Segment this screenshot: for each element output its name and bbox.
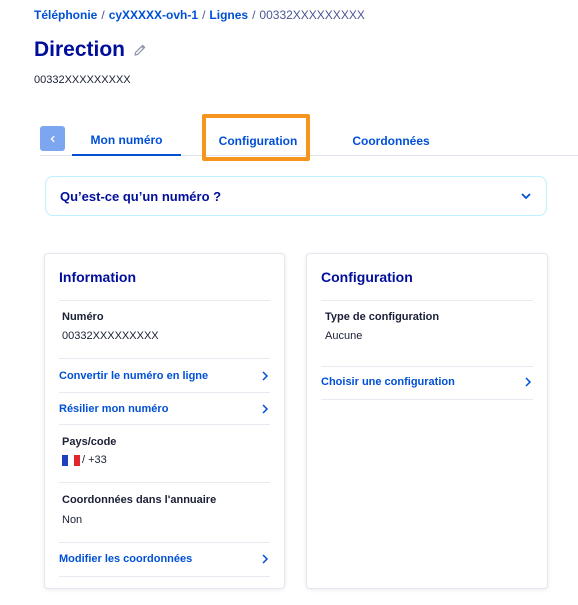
divider	[321, 366, 533, 367]
divider	[321, 399, 533, 400]
chevron-down-icon	[521, 193, 531, 200]
information-card-title: Information	[59, 269, 136, 285]
chevron-left-icon	[49, 135, 55, 142]
divider	[59, 358, 270, 359]
breadcrumb: Téléphonie / cyXXXXX-ovh-1 / Lignes / 00…	[34, 8, 365, 22]
directory-label: Coordonnées dans l'annuaire	[62, 494, 217, 506]
divider	[59, 392, 270, 393]
page-subtitle: 00332XXXXXXXXX	[34, 74, 131, 86]
tab-coordonnees[interactable]: Coordonnées	[340, 126, 442, 156]
divider	[59, 542, 270, 543]
divider	[59, 482, 270, 483]
chevron-right-icon	[262, 404, 269, 414]
tab-bar: Mon numéro Configuration Coordonnées	[40, 126, 578, 156]
config-type-label: Type de configuration	[325, 311, 440, 323]
config-type-value: Aucune	[325, 330, 363, 342]
breadcrumb-separator: /	[202, 8, 206, 22]
convert-number-link[interactable]: Convertir le numéro en ligne	[59, 370, 208, 382]
divider	[59, 576, 270, 577]
country-code: / +33	[82, 454, 107, 466]
country-label: Pays/code	[62, 436, 117, 448]
pencil-icon[interactable]	[133, 43, 147, 57]
title-row: Direction	[34, 38, 147, 62]
number-label: Numéro	[62, 311, 104, 323]
divider	[321, 300, 533, 301]
country-value: / +33	[62, 454, 107, 466]
divider	[59, 300, 270, 301]
breadcrumb-telephonie[interactable]: Téléphonie	[34, 8, 97, 22]
chevron-right-icon	[262, 554, 269, 564]
tab-configuration[interactable]: Configuration	[206, 126, 310, 156]
tab-scroll-back-button[interactable]	[40, 126, 65, 151]
cancel-number-link[interactable]: Résilier mon numéro	[59, 403, 168, 415]
edit-coordinates-link[interactable]: Modifier les coordonnées	[59, 553, 192, 565]
breadcrumb-lignes[interactable]: Lignes	[209, 8, 248, 22]
breadcrumb-current: 00332XXXXXXXXX	[259, 8, 365, 22]
breadcrumb-separator: /	[252, 8, 256, 22]
choose-configuration-link[interactable]: Choisir une configuration	[321, 376, 455, 388]
tab-mon-numero[interactable]: Mon numéro	[72, 126, 181, 156]
page-title: Direction	[34, 38, 126, 61]
france-flag-icon	[62, 454, 80, 466]
configuration-card: Configuration Type de configuration Aucu…	[306, 253, 548, 589]
breadcrumb-account[interactable]: cyXXXXX-ovh-1	[109, 8, 198, 22]
chevron-right-icon	[262, 371, 269, 381]
information-card: Information Numéro 00332XXXXXXXXX Conver…	[44, 253, 285, 589]
accordion-label: Qu’est-ce qu’un numéro ?	[60, 188, 222, 204]
breadcrumb-separator: /	[101, 8, 105, 22]
chevron-right-icon	[525, 377, 532, 387]
configuration-card-title: Configuration	[321, 269, 413, 285]
faq-accordion[interactable]: Qu’est-ce qu’un numéro ?	[45, 176, 547, 216]
directory-value: Non	[62, 514, 83, 526]
divider	[59, 424, 270, 425]
number-value: 00332XXXXXXXXX	[62, 330, 159, 342]
